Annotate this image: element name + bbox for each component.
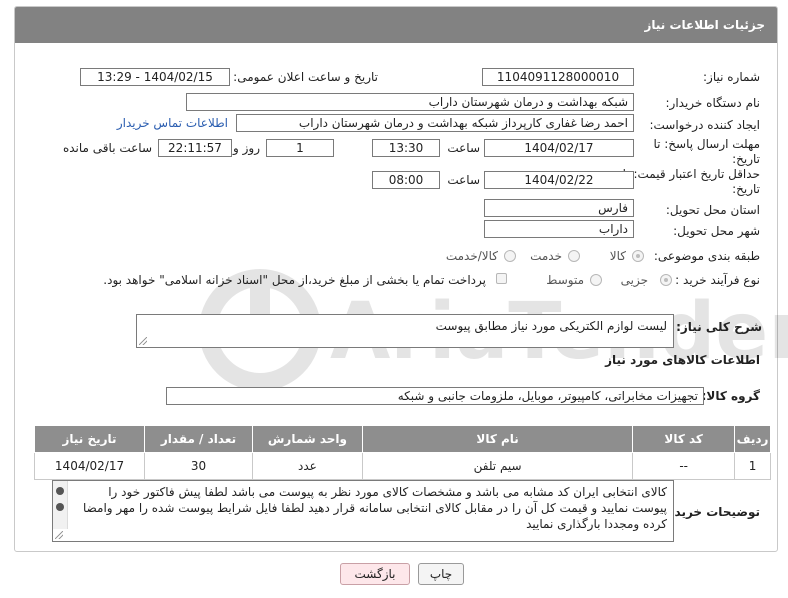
province-label: استان محل تحویل: — [665, 203, 760, 217]
panel-header: جزئیات اطلاعات نیاز — [15, 7, 777, 43]
resize-handle-icon[interactable] — [139, 337, 147, 345]
cell-row: 1 — [734, 452, 771, 480]
cell-qty: 30 — [144, 452, 253, 480]
deadline-label: مهلت ارسال پاسخ: تا تاریخ: — [653, 137, 760, 166]
buyer-org-field: شبکه بهداشت و درمان شهرستان داراب — [186, 93, 634, 111]
col-qty-header: تعداد / مقدار — [144, 425, 253, 453]
col-row-header: ردیف — [734, 425, 771, 453]
province-field: فارس — [484, 199, 634, 217]
deadline-time-label: ساعت — [447, 141, 480, 155]
cell-code: -- — [632, 452, 736, 480]
print-button[interactable]: چاپ — [418, 563, 464, 585]
col-name-header: نام کالا — [361, 425, 634, 453]
category-option-service: خدمت — [530, 249, 562, 263]
panel-title: جزئیات اطلاعات نیاز — [644, 18, 765, 32]
announce-label: تاریخ و ساعت اعلان عمومی: — [233, 70, 378, 84]
cell-unit: عدد — [251, 452, 363, 480]
goods-section-title: اطلاعات کالاهای مورد نیاز — [605, 353, 760, 367]
days-label: روز و — [233, 141, 260, 155]
process-radio-medium[interactable] — [590, 274, 602, 286]
city-field: داراب — [484, 220, 634, 238]
goods-group-field: تجهیزات مخابراتی، کامپیوتر، موبایل، ملزو… — [166, 387, 704, 405]
scroll-down-icon[interactable] — [56, 503, 64, 511]
process-radio-minor[interactable] — [660, 274, 672, 286]
buyer-contact-link[interactable]: اطلاعات تماس خریدار — [117, 116, 228, 130]
creator-label: ایجاد کننده درخواست: — [649, 118, 760, 132]
category-label: طبقه بندی موضوعی: — [653, 249, 760, 263]
time-remaining-label: ساعت باقی مانده — [62, 141, 152, 155]
need-number-field: 1104091128000010 — [482, 68, 634, 86]
process-label: نوع فرآیند خرید : — [675, 273, 760, 287]
time-remaining-field: 22:11:57 — [158, 139, 232, 157]
deadline-date-field: 1404/02/17 — [484, 139, 634, 157]
category-radio-service[interactable] — [568, 250, 580, 262]
table-row: 1 -- سیم تلفن عدد 30 1404/02/17 — [33, 452, 771, 480]
description-label: شرح کلی نیاز: — [676, 320, 762, 334]
col-date-header: تاریخ نیاز — [33, 425, 146, 453]
back-button[interactable]: بازگشت — [340, 563, 410, 585]
validity-date-field: 1404/02/22 — [484, 171, 634, 189]
category-option-goods-service: کالا/خدمت — [445, 249, 498, 263]
goods-group-label: گروه کالا: — [701, 389, 760, 403]
category-radio-goods[interactable] — [632, 250, 644, 262]
buyer-notes-textarea[interactable]: کالای انتخابی ایران کد مشابه می باشد و م… — [52, 480, 674, 542]
goods-table-header-row: ردیف کد کالا نام کالا واحد شمارش تعداد /… — [33, 425, 771, 453]
buyer-notes-text: کالای انتخابی ایران کد مشابه می باشد و م… — [82, 485, 667, 531]
deadline-time-field: 13:30 — [372, 139, 440, 157]
days-remaining-field: 1 — [266, 139, 334, 157]
scroll-up-icon[interactable] — [56, 487, 64, 495]
description-text: لیست لوازم الکتریکی مورد نیاز مطابق پیوس… — [435, 319, 667, 333]
validity-time-field: 08:00 — [372, 171, 440, 189]
resize-handle-icon[interactable] — [55, 531, 63, 539]
category-radio-goods-service[interactable] — [504, 250, 516, 262]
need-number-label: شماره نیاز: — [703, 70, 760, 84]
col-code-header: کد کالا — [632, 425, 736, 453]
buyer-org-label: نام دستگاه خریدار: — [665, 96, 761, 110]
process-option-medium: متوسط — [546, 273, 584, 287]
city-label: شهر محل تحویل: — [673, 224, 760, 238]
process-option-minor: جزیی — [620, 273, 648, 287]
description-textarea[interactable]: لیست لوازم الکتریکی مورد نیاز مطابق پیوس… — [136, 314, 674, 348]
creator-field: احمد رضا غفاری کارپرداز شبکه بهداشت و در… — [236, 114, 634, 132]
category-option-goods: کالا — [609, 249, 626, 263]
announce-datetime-field: 1404/02/15 - 13:29 — [80, 68, 230, 86]
buyer-notes-scrollbar[interactable] — [53, 481, 68, 529]
treasury-payment-note: پرداخت تمام یا بخشی از مبلغ خرید،از محل … — [103, 273, 486, 287]
goods-table: ردیف کد کالا نام کالا واحد شمارش تعداد /… — [33, 425, 771, 480]
col-unit-header: واحد شمارش — [251, 425, 363, 453]
cell-name: سیم تلفن — [361, 452, 634, 480]
validity-time-label: ساعت — [447, 173, 480, 187]
treasury-payment-checkbox[interactable] — [496, 273, 507, 284]
cell-date: 1404/02/17 — [33, 452, 146, 480]
